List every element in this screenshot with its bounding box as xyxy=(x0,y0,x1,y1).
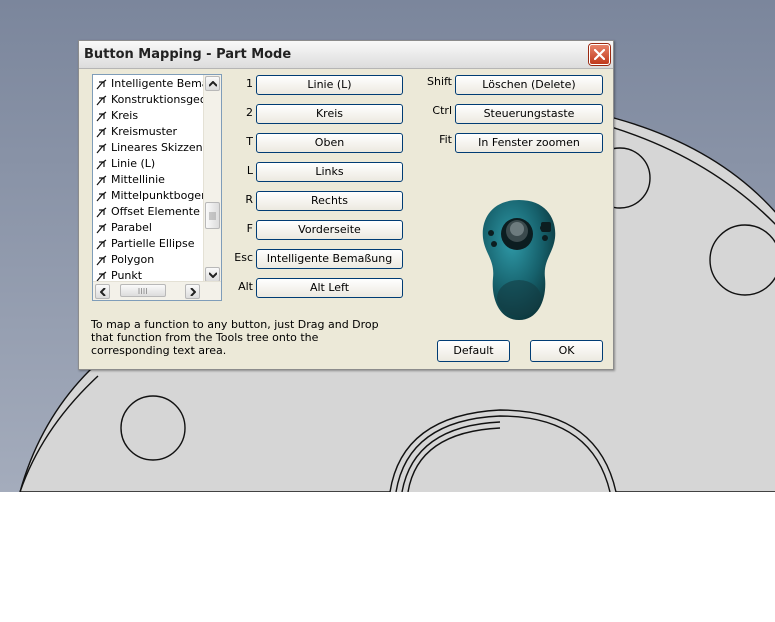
tools-tree-item[interactable]: Kreis xyxy=(96,108,206,124)
horizontal-scroll-thumb[interactable] xyxy=(120,284,166,297)
vertical-scrollbar[interactable] xyxy=(203,75,221,283)
key-label: R xyxy=(245,193,253,206)
title-bar[interactable]: Button Mapping - Part Mode xyxy=(79,41,613,69)
mapping-drop-area[interactable]: Alt Left xyxy=(256,278,403,298)
tools-tree-item-label: Konstruktionsgeometrie xyxy=(111,93,206,106)
key-label: Ctrl xyxy=(432,104,452,117)
mapping-drop-area[interactable]: Links xyxy=(256,162,403,182)
sketch-tool-icon xyxy=(96,127,107,138)
tools-tree-item-label: Polygon xyxy=(111,253,155,266)
tools-tree-item-label: Kreis xyxy=(111,109,139,122)
scroll-right-button[interactable] xyxy=(185,284,200,299)
tools-tree-item-label: Lineares Skizzenmuster xyxy=(111,141,206,154)
sketch-tool-icon xyxy=(96,159,107,170)
mapping-drop-area[interactable]: Oben xyxy=(256,133,403,153)
key-label: Alt xyxy=(238,280,253,293)
tools-tree-item[interactable]: Kreismuster xyxy=(96,124,206,140)
tools-tree-item-label: Mittelpunktbogen xyxy=(111,189,206,202)
scroll-down-button[interactable] xyxy=(205,267,220,282)
grip-icon xyxy=(138,288,147,294)
ok-button[interactable]: OK xyxy=(530,340,603,362)
mapping-drop-area[interactable]: Linie (L) xyxy=(256,75,403,95)
key-label: L xyxy=(246,164,253,177)
scroll-up-button[interactable] xyxy=(205,76,220,91)
sketch-tool-icon xyxy=(96,223,107,234)
key-label: 2 xyxy=(246,106,253,119)
tools-tree-item[interactable]: Polygon xyxy=(96,252,206,268)
vertical-scroll-thumb[interactable] xyxy=(205,202,220,229)
tools-tree-item-label: Partielle Ellipse xyxy=(111,237,195,250)
chevron-up-icon xyxy=(209,81,217,87)
tools-tree-item[interactable]: Mittelpunktbogen xyxy=(96,188,206,204)
sketch-tool-icon xyxy=(96,79,107,90)
tools-tree-item[interactable]: Intelligente Bemaßung xyxy=(96,76,206,92)
tools-tree[interactable]: Intelligente Bemaßung Konstruktionsgeomet… xyxy=(92,74,222,301)
default-button[interactable]: Default xyxy=(437,340,510,362)
sketch-tool-icon xyxy=(96,175,107,186)
instructions-text: To map a function to any button, just Dr… xyxy=(91,318,379,357)
mapping-drop-area[interactable]: Steuerungstaste xyxy=(455,104,603,124)
tools-tree-item-label: Mittellinie xyxy=(111,173,165,186)
tools-tree-item-label: Parabel xyxy=(111,221,152,234)
horizontal-scrollbar[interactable] xyxy=(93,281,221,300)
tools-tree-item-label: Kreismuster xyxy=(111,125,178,138)
tools-tree-item[interactable]: Offset Elemente xyxy=(96,204,206,220)
close-x-icon xyxy=(594,49,605,60)
sketch-tool-icon xyxy=(96,191,107,202)
mapping-drop-area[interactable]: Rechts xyxy=(256,191,403,211)
tools-tree-item[interactable]: Mittellinie xyxy=(96,172,206,188)
mapping-drop-area[interactable]: Kreis xyxy=(256,104,403,124)
tools-tree-item[interactable]: Partielle Ellipse xyxy=(96,236,206,252)
chevron-right-icon xyxy=(190,288,196,296)
tools-tree-item[interactable]: Konstruktionsgeometrie xyxy=(96,92,206,108)
key-label: 1 xyxy=(246,77,253,90)
mapping-drop-area[interactable]: Intelligente Bemaßung xyxy=(256,249,403,269)
scroll-left-button[interactable] xyxy=(95,284,110,299)
window-title: Button Mapping - Part Mode xyxy=(84,47,292,62)
chevron-left-icon xyxy=(100,288,106,296)
sketch-tool-icon xyxy=(96,239,107,250)
tools-tree-item-label: Offset Elemente xyxy=(111,205,200,218)
mapping-drop-area[interactable]: In Fenster zoomen xyxy=(455,133,603,153)
sketch-tool-icon xyxy=(96,111,107,122)
key-label: Shift xyxy=(426,75,452,88)
grip-icon xyxy=(209,212,216,220)
tools-tree-item-label: Intelligente Bemaßung xyxy=(111,77,206,90)
key-label: Fit xyxy=(439,133,452,146)
sketch-tool-icon xyxy=(96,143,107,154)
sketch-tool-icon xyxy=(96,255,107,266)
tools-tree-item-label: Linie (L) xyxy=(111,157,156,170)
tools-tree-item[interactable]: Lineares Skizzenmuster xyxy=(96,140,206,156)
tools-tree-item[interactable]: Linie (L) xyxy=(96,156,206,172)
spacemouse-device-icon xyxy=(479,198,559,328)
button-mapping-dialog: Button Mapping - Part Mode Intelligente … xyxy=(78,40,614,370)
tools-tree-item[interactable]: Parabel xyxy=(96,220,206,236)
key-label: Esc xyxy=(234,251,253,264)
key-label: T xyxy=(246,135,253,148)
key-label: F xyxy=(246,222,253,235)
close-button[interactable] xyxy=(589,44,610,65)
sketch-tool-icon xyxy=(96,207,107,218)
chevron-down-icon xyxy=(209,272,217,278)
sketch-tool-icon xyxy=(96,95,107,106)
mapping-drop-area[interactable]: Löschen (Delete) xyxy=(455,75,603,95)
mapping-drop-area[interactable]: Vorderseite xyxy=(256,220,403,240)
